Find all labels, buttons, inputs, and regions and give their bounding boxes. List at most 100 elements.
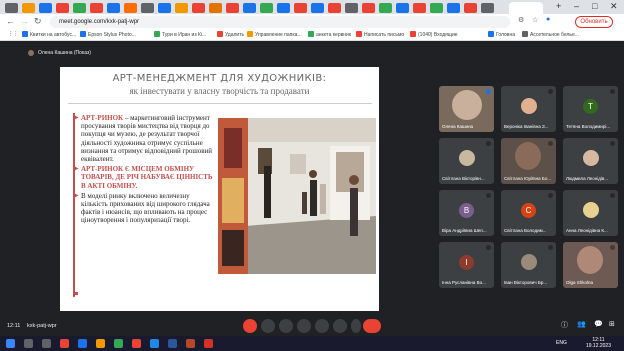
word-icon[interactable] (168, 339, 177, 348)
tab-icon[interactable] (481, 3, 494, 13)
tab-icon[interactable] (345, 3, 358, 13)
tab-icon[interactable] (107, 3, 120, 13)
tab-icon[interactable] (90, 3, 103, 13)
tab-icon[interactable] (243, 3, 256, 13)
mic-off-icon[interactable] (610, 141, 615, 146)
tab-icon[interactable] (175, 3, 188, 13)
tab-icon[interactable] (5, 3, 18, 13)
leave-call-button[interactable] (363, 319, 381, 333)
tab-icon[interactable] (56, 3, 69, 13)
minimize-icon[interactable]: – (574, 1, 579, 11)
bookmark-item[interactable]: Epson Stylus Photo... (80, 31, 136, 38)
present-icon[interactable] (315, 319, 329, 333)
bookmark-item[interactable]: Удалить (217, 31, 244, 38)
tab-icon[interactable] (158, 3, 171, 13)
app-icon[interactable] (78, 339, 87, 348)
bookmark-item[interactable]: Написать письмо (356, 31, 404, 38)
powerpoint-icon[interactable] (186, 339, 195, 348)
chrome-icon[interactable] (60, 339, 69, 348)
bookmark-item[interactable]: Головна (488, 31, 515, 38)
mic-off-icon[interactable] (486, 193, 491, 198)
app-icon[interactable] (114, 339, 123, 348)
tab-icon[interactable] (447, 3, 460, 13)
url-field[interactable]: meet.google.com/kxk-patj-wpr (50, 16, 510, 28)
mic-off-icon[interactable] (610, 245, 615, 250)
update-button[interactable]: Обновить (575, 16, 613, 28)
participant-tile[interactable]: Олена Кашина (439, 86, 494, 132)
tab-icon[interactable] (396, 3, 409, 13)
activities-icon[interactable]: ⊞ (609, 320, 615, 328)
participant-tile[interactable]: Вероніка Іванівна З... (501, 86, 556, 132)
reload-icon[interactable]: ↻ (34, 16, 42, 27)
participant-tile[interactable]: Olga Shkolna (563, 242, 618, 288)
forward-icon[interactable]: → (20, 16, 29, 26)
bookmark-item[interactable]: (1040) Входящие (410, 31, 458, 38)
participant-tile[interactable]: Т Тетяна Володимирі... (563, 86, 618, 132)
tab-icon[interactable] (73, 3, 86, 13)
taskbar-clock[interactable]: 12:11 19.12.2023 (586, 337, 611, 349)
bookmark-item[interactable]: Квитки на автобус... (22, 31, 76, 38)
bookmark-item[interactable]: Тури в Иран из Кі... (154, 31, 206, 38)
raise-hand-icon[interactable] (333, 319, 347, 333)
file-explorer-icon[interactable] (96, 339, 105, 348)
mic-off-icon[interactable] (486, 141, 491, 146)
chat-icon[interactable]: 💬 (594, 320, 603, 328)
mic-off-icon[interactable] (486, 245, 491, 250)
participant-tile[interactable]: Світлана Вікторівн... (439, 138, 494, 184)
tab-active-meet[interactable] (509, 2, 543, 14)
participant-tile[interactable]: Світлана Юріївна Бо... (501, 138, 556, 184)
search-icon[interactable] (24, 339, 33, 348)
mic-off-icon[interactable] (548, 141, 553, 146)
mic-on-icon[interactable] (486, 89, 491, 94)
people-icon[interactable]: 👥 (577, 320, 586, 328)
more-options-icon[interactable] (351, 319, 361, 333)
task-view-icon[interactable] (42, 339, 51, 348)
tab-icon[interactable] (328, 3, 341, 13)
tab-icon[interactable] (430, 3, 443, 13)
participant-tile[interactable]: В Віра Андріївна Шеп... (439, 190, 494, 236)
tab-icon[interactable] (311, 3, 324, 13)
mic-off-icon[interactable] (548, 193, 553, 198)
tab-icon[interactable] (464, 3, 477, 13)
maximize-icon[interactable]: □ (592, 1, 597, 11)
mic-off-icon[interactable] (610, 193, 615, 198)
tab-icon[interactable] (294, 3, 307, 13)
participant-tile[interactable]: Людмила Леонідів... (563, 138, 618, 184)
bookmark-star-icon[interactable]: ☆ (532, 16, 538, 24)
participant-tile[interactable]: Анна Леонідівна К... (563, 190, 618, 236)
bookmark-item[interactable]: Ассетельное белье... (522, 31, 579, 38)
participant-tile[interactable]: С Світлана Володим... (501, 190, 556, 236)
tab-icon[interactable] (362, 3, 375, 13)
camera-toggle-icon[interactable] (261, 319, 275, 333)
mic-off-icon[interactable] (548, 245, 553, 250)
language-indicator[interactable]: ENG (556, 340, 567, 346)
tab-icon[interactable] (192, 3, 205, 13)
participant-tile[interactable]: Іван Вікторович Бр... (501, 242, 556, 288)
info-icon[interactable]: ⓘ (561, 320, 568, 330)
extensions-icon[interactable]: ⚙ (518, 16, 524, 24)
chrome-icon[interactable] (132, 339, 141, 348)
mic-off-icon[interactable] (610, 89, 615, 94)
captions-icon[interactable] (279, 319, 293, 333)
close-icon[interactable]: ✕ (610, 1, 618, 12)
tab-icon[interactable] (277, 3, 290, 13)
bookmark-item[interactable]: Управление папка... (247, 31, 302, 38)
app-icon[interactable] (150, 339, 159, 348)
emoji-icon[interactable] (297, 319, 311, 333)
tab-icon[interactable] (260, 3, 273, 13)
bookmark-item[interactable]: анкета кервник (308, 31, 351, 38)
tab-icon[interactable] (124, 3, 137, 13)
back-icon[interactable]: ← (6, 16, 15, 26)
bookmarks-apps-icon[interactable]: ⋮⋮ (8, 31, 18, 37)
tab-icon[interactable] (379, 3, 392, 13)
tab-icon[interactable] (209, 3, 222, 13)
profile-icon[interactable]: ● (546, 16, 550, 23)
mic-toggle-icon[interactable] (243, 319, 257, 333)
tab-icon[interactable] (413, 3, 426, 13)
tab-icon[interactable] (39, 3, 52, 13)
tab-icon[interactable] (226, 3, 239, 13)
tab-icon[interactable] (141, 3, 154, 13)
windows-start-icon[interactable] (6, 339, 15, 348)
mic-off-icon[interactable] (548, 89, 553, 94)
tab-icon[interactable] (22, 3, 35, 13)
